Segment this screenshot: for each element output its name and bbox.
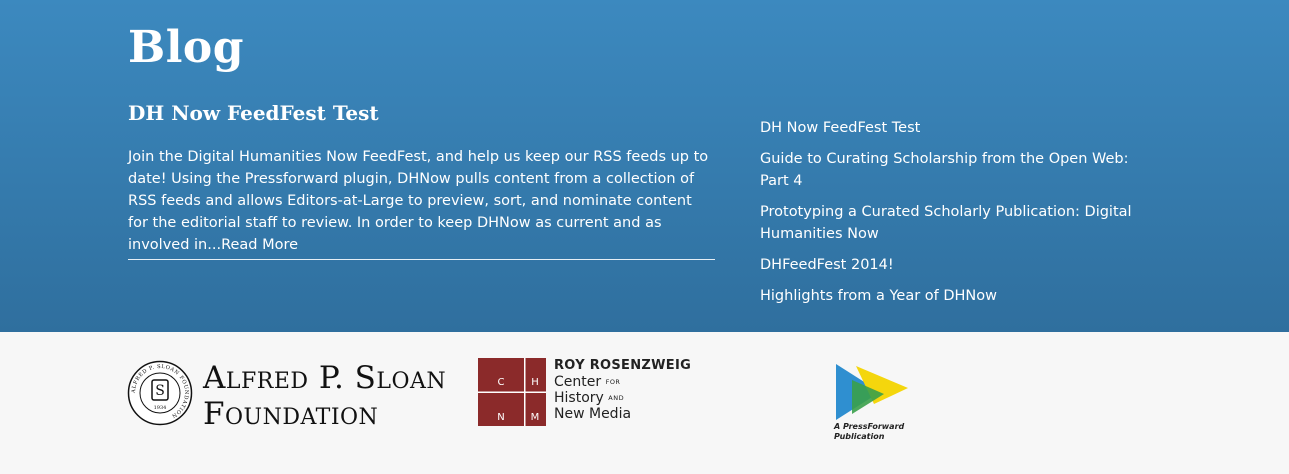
- page-title: Blog: [128, 22, 245, 73]
- list-item: Highlights from a Year of DHNow: [760, 285, 1160, 307]
- sloan-name-line2: Foundation: [203, 396, 379, 432]
- read-more-link[interactable]: Read More: [221, 237, 298, 253]
- chnm-grid-icon: C H N M: [478, 358, 546, 426]
- pressforward-play-icon: [836, 364, 908, 420]
- svg-text:C: C: [498, 377, 505, 388]
- list-item: DH Now FeedFest Test: [760, 117, 1160, 139]
- blog-section: Blog DH Now FeedFest Test Join the Digit…: [0, 0, 1289, 332]
- post-excerpt-text: Join the Digital Humanities Now FeedFest…: [128, 149, 709, 253]
- recent-post-link[interactable]: DHFeedFest 2014!: [760, 257, 894, 273]
- svg-text:S: S: [155, 383, 165, 399]
- recent-post-link[interactable]: DH Now FeedFest Test: [760, 120, 920, 136]
- list-item: Prototyping a Curated Scholarly Publicat…: [760, 201, 1160, 245]
- recent-post-link[interactable]: Highlights from a Year of DHNow: [760, 288, 997, 304]
- recent-post-link[interactable]: Guide to Curating Scholarship from the O…: [760, 151, 1129, 189]
- post-divider: [128, 259, 715, 260]
- svg-text:H: H: [531, 377, 539, 388]
- sloan-foundation-logo[interactable]: ALFRED P. SLOAN FOUNDATION S 1934 Alfred…: [127, 358, 447, 432]
- pressforward-text: A PressForward Publication: [834, 422, 905, 441]
- chnm-line1: ROY ROSENZWEIG: [554, 358, 692, 373]
- list-item: Guide to Curating Scholarship from the O…: [760, 148, 1160, 192]
- post-excerpt: Join the Digital Humanities Now FeedFest…: [128, 146, 715, 256]
- svg-text:M: M: [531, 412, 540, 423]
- svg-text:N: N: [497, 412, 504, 423]
- chnm-line2: Center FOR: [554, 374, 621, 390]
- sloan-name: Alfred P. Sloan Foundation: [203, 360, 446, 432]
- chnm-logo[interactable]: C H N M ROY ROSENZWEIG Center FOR Histor…: [478, 358, 698, 428]
- chnm-name: ROY ROSENZWEIG Center FOR History AND Ne…: [554, 358, 691, 422]
- chnm-line4: New Media: [554, 406, 632, 422]
- list-item: DHFeedFest 2014!: [760, 254, 1160, 276]
- recent-post-link[interactable]: Prototyping a Curated Scholarly Publicat…: [760, 204, 1132, 242]
- chnm-line3: History AND: [554, 390, 625, 406]
- svg-text:1934: 1934: [154, 405, 167, 411]
- recent-posts-list: DH Now FeedFest Test Guide to Curating S…: [760, 117, 1160, 316]
- pressforward-logo[interactable]: A PressForward Publication: [834, 364, 924, 446]
- sloan-seal-icon: ALFRED P. SLOAN FOUNDATION S 1934: [127, 360, 193, 426]
- post-title-link[interactable]: DH Now FeedFest Test: [128, 101, 379, 125]
- sloan-name-line1: Alfred P. Sloan: [203, 360, 447, 396]
